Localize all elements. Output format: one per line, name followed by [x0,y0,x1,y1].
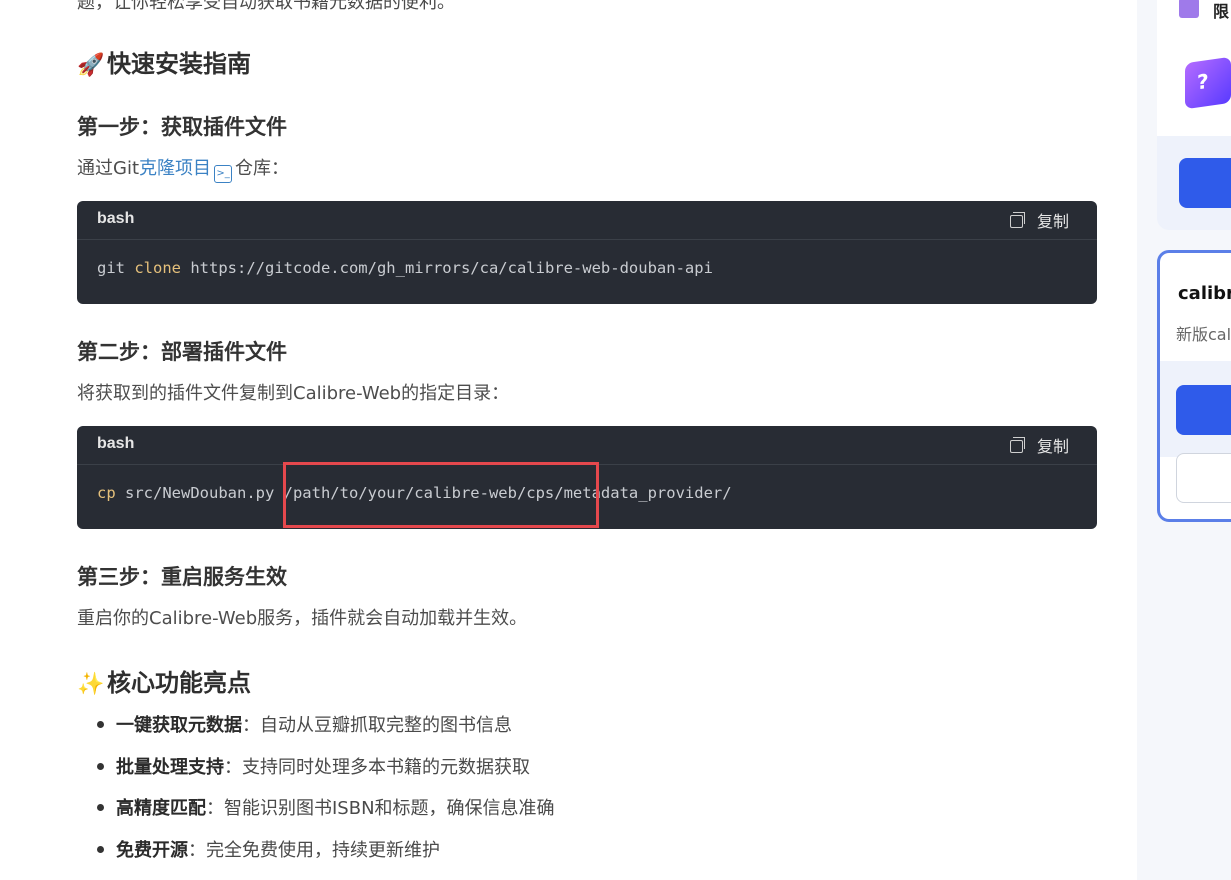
copy-label: 复制 [1036,437,1069,456]
step1-paragraph: 通过Git克隆项目 >_ 仓库： [77,154,289,183]
promo-action-button[interactable] [1179,158,1231,208]
feature-desc: ：支持同时处理多本书籍的元数据获取 [224,756,530,778]
mystery-box-icon: ? [1185,56,1231,110]
install-heading-text: 快速安装指南 [107,50,251,78]
code-token: https://gitcode.com/gh_mirrors/ca/calibr… [181,259,713,277]
code-header: bash 复制 [77,426,1097,465]
promo-card: 限 ? [1157,0,1231,230]
copy-icon [1009,212,1025,228]
step2-paragraph: 将获取到的插件文件复制到Calibre-Web的指定目录： [77,383,510,404]
step1-text-after: 仓库： [235,158,290,179]
card-subtitle: 新版cal [1176,325,1231,344]
code-line: git clone https://gitcode.com/gh_mirrors… [97,259,713,277]
card-secondary-button[interactable] [1176,453,1231,503]
features-list: 一键获取元数据：自动从豆瓣抓取完整的图书信息 批量处理支持：支持同时处理多本书籍… [97,711,555,878]
calibre-card: calibre 新版cal [1157,250,1231,522]
code-language-label: bash [97,210,135,227]
code-block-clone: bash 复制 git clone https://gitcode.com/gh… [77,201,1097,304]
feature-title: 一键获取元数据 [116,715,242,736]
code-language-label: bash [97,435,135,452]
highlight-annotation-box [283,462,599,528]
step1-heading: 第一步：获取插件文件 [77,115,287,139]
step2-heading: 第二步：部署插件文件 [77,340,287,364]
copy-label: 复制 [1036,212,1069,231]
list-item: 高精度匹配：智能识别图书ISBN和标题，确保信息准确 [97,794,555,836]
step3-heading: 第三步：重启服务生效 [77,565,287,589]
article-content: 题，让你轻松享受自动获取书籍元数据的便利。 🚀 快速安装指南 第一步：获取插件文件… [0,0,1137,880]
features-heading: ✨ 核心功能亮点 [77,663,251,698]
install-heading: 🚀 快速安装指南 [77,44,251,79]
gift-icon [1179,0,1199,18]
code-keyword: cp [97,484,116,502]
promo-card-top: 限 ? [1157,0,1231,136]
code-token: git [97,259,135,277]
card-primary-button[interactable] [1176,385,1231,435]
right-sidebar: 限 ? calibre 新版cal [1137,0,1231,880]
feature-title: 高精度匹配 [116,798,206,819]
copy-icon [1009,437,1025,453]
card-title: calibre [1178,283,1231,304]
feature-desc: ：自动从豆瓣抓取完整的图书信息 [242,715,512,736]
rocket-icon: 🚀 [77,53,105,78]
feature-desc: ：智能识别图书ISBN和标题，确保信息准确 [206,798,555,819]
code-header: bash 复制 [77,201,1097,240]
list-item: 一键获取元数据：自动从豆瓣抓取完整的图书信息 [97,711,555,753]
step3-paragraph: 重启你的Calibre-Web服务，插件就会自动加载并生效。 [77,608,528,629]
copy-button[interactable]: 复制 [1009,208,1069,232]
features-heading-text: 核心功能亮点 [107,669,251,697]
promo-label: 限 [1213,2,1230,21]
clone-project-link[interactable]: 克隆项目 [139,158,211,179]
terminal-icon[interactable]: >_ [214,165,233,183]
list-item: 批量处理支持：支持同时处理多本书籍的元数据获取 [97,753,555,795]
card-action-band [1160,361,1231,457]
copy-button[interactable]: 复制 [1009,433,1069,457]
intro-text-cut: 题，让你轻松享受自动获取书籍元数据的便利。 [77,0,455,13]
sparkles-icon: ✨ [77,672,105,697]
code-keyword: clone [134,259,181,277]
feature-title: 免费开源 [116,839,188,861]
feature-desc: ：完全免费使用，持续更新维护 [188,839,440,861]
list-item: 免费开源：完全免费使用，持续更新维护 [97,836,555,878]
step1-text-before: 通过Git [77,158,140,179]
feature-title: 批量处理支持 [116,756,224,778]
